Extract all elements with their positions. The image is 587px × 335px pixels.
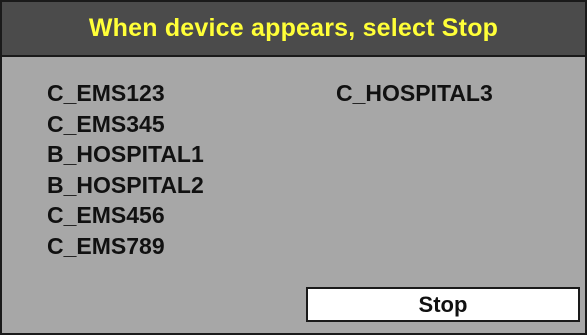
device-item[interactable]: C_EMS123 [47,78,287,109]
device-selection-screen: When device appears, select Stop C_EMS12… [0,0,587,335]
device-item[interactable]: C_HOSPITAL3 [336,78,576,109]
device-item[interactable]: B_HOSPITAL1 [47,139,287,170]
device-list-right: C_HOSPITAL3 [336,78,576,109]
device-item[interactable]: B_HOSPITAL2 [47,170,287,201]
device-list-left: C_EMS123 C_EMS345 B_HOSPITAL1 B_HOSPITAL… [47,78,287,261]
device-item[interactable]: C_EMS456 [47,200,287,231]
stop-button[interactable]: Stop [306,287,580,322]
header-bar: When device appears, select Stop [2,2,585,57]
header-title: When device appears, select Stop [88,14,499,42]
device-item[interactable]: C_EMS789 [47,231,287,262]
device-item[interactable]: C_EMS345 [47,109,287,140]
